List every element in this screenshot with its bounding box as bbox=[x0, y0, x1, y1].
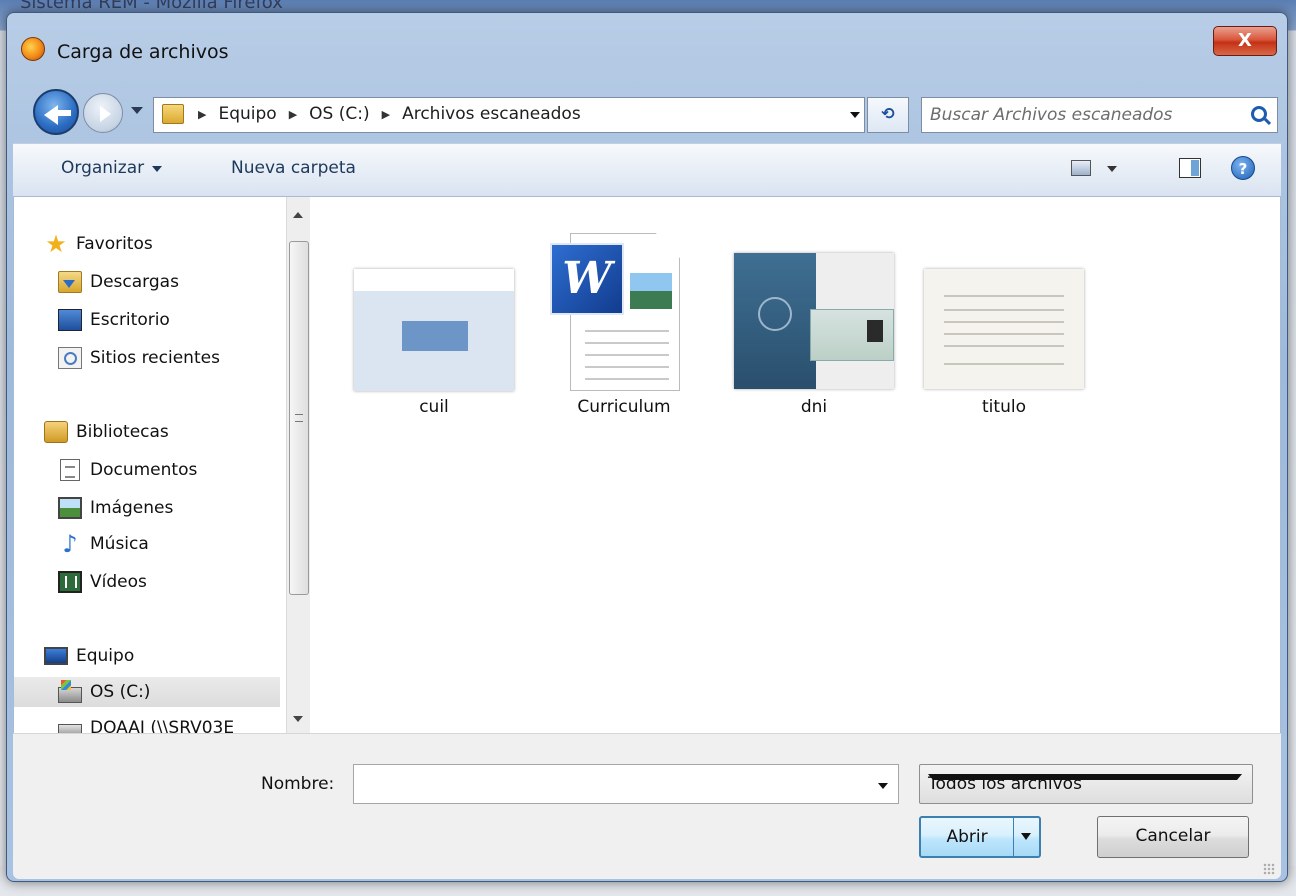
view-options-chevron-icon[interactable] bbox=[1107, 166, 1117, 177]
forward-arrow-icon[interactable] bbox=[83, 93, 123, 133]
breadcrumb-archivos-escaneados[interactable]: Archivos escaneados bbox=[402, 104, 581, 124]
file-name-label: Nombre: bbox=[261, 774, 335, 794]
new-folder-button[interactable]: Nueva carpeta bbox=[231, 158, 356, 178]
file-name: dni bbox=[800, 397, 828, 417]
search-input[interactable] bbox=[930, 102, 1230, 128]
firefox-icon bbox=[21, 37, 45, 61]
search-icon[interactable] bbox=[1251, 106, 1267, 122]
folder-icon bbox=[162, 104, 184, 124]
recent-places-icon bbox=[58, 347, 82, 369]
file-thumbnail bbox=[354, 269, 514, 391]
breadcrumb-separator-icon[interactable]: ▶ bbox=[289, 108, 297, 121]
file-item-curriculum[interactable]: W Curriculum bbox=[534, 233, 714, 423]
chevron-down-icon[interactable] bbox=[928, 774, 1242, 785]
file-item-dni[interactable]: dni bbox=[724, 233, 904, 423]
network-drive-icon bbox=[58, 724, 82, 733]
documents-icon bbox=[60, 459, 80, 481]
breadcrumb-equipo[interactable]: Equipo bbox=[218, 104, 276, 124]
file-thumbnail bbox=[924, 269, 1084, 389]
file-name: cuil bbox=[419, 397, 449, 417]
sidebar-item-sitios-recientes[interactable]: Sitios recientes bbox=[58, 343, 220, 373]
word-document-icon: W bbox=[544, 233, 704, 395]
file-thumbnail bbox=[734, 253, 894, 389]
sidebar-item-videos[interactable]: Vídeos bbox=[58, 567, 147, 597]
file-name-input[interactable] bbox=[360, 771, 850, 797]
breadcrumb-separator-icon[interactable]: ▶ bbox=[198, 108, 206, 121]
desktop-icon bbox=[58, 309, 82, 331]
file-item-cuil[interactable]: cuil bbox=[344, 233, 524, 423]
dialog-title: Carga de archivos bbox=[57, 41, 229, 63]
scroll-down-arrow-icon[interactable] bbox=[293, 716, 303, 727]
organize-button[interactable]: Organizar bbox=[61, 158, 162, 178]
refresh-button[interactable]: ⟲ bbox=[867, 97, 909, 133]
sidebar-item-os-c[interactable]: OS (C:) bbox=[14, 677, 280, 707]
breadcrumb-os-c[interactable]: OS (C:) bbox=[309, 104, 369, 124]
pictures-icon bbox=[58, 497, 82, 519]
sidebar-scrollbar[interactable] bbox=[286, 197, 310, 733]
dialog-titlebar[interactable]: Carga de archivos X bbox=[7, 13, 1287, 87]
file-name: Curriculum bbox=[577, 397, 671, 417]
change-view-icon[interactable] bbox=[1071, 160, 1091, 176]
cancel-button[interactable]: Cancelar bbox=[1097, 816, 1249, 858]
downloads-folder-icon bbox=[58, 271, 82, 293]
open-options-dropdown-icon[interactable] bbox=[1013, 818, 1039, 856]
address-bar[interactable]: ▶ Equipo ▶ OS (C:) ▶ Archivos escaneados bbox=[153, 97, 865, 133]
video-film-icon bbox=[58, 571, 82, 593]
file-name: titulo bbox=[982, 397, 1026, 417]
music-note-icon: ♪ bbox=[62, 530, 78, 558]
scroll-up-arrow-icon[interactable] bbox=[293, 207, 303, 218]
close-button[interactable]: X bbox=[1213, 26, 1277, 56]
preview-pane-icon[interactable] bbox=[1179, 158, 1201, 178]
sidebar-item-documentos[interactable]: Documentos bbox=[58, 455, 197, 485]
navigation-pane: ★ Favoritos Descargas Escritorio Sitios … bbox=[14, 197, 280, 733]
main-content: ★ Favoritos Descargas Escritorio Sitios … bbox=[13, 197, 1281, 733]
sidebar-item-descargas[interactable]: Descargas bbox=[58, 267, 179, 297]
sidebar-item-equipo[interactable]: Equipo bbox=[44, 641, 134, 671]
computer-icon bbox=[44, 647, 68, 665]
help-icon[interactable]: ? bbox=[1231, 156, 1255, 180]
sidebar-item-favoritos[interactable]: ★ Favoritos bbox=[44, 229, 153, 259]
sidebar-item-musica[interactable]: ♪ Música bbox=[58, 529, 148, 559]
windows-drive-icon bbox=[58, 680, 82, 703]
sidebar-item-network-drive[interactable]: DOAAI (\\SRV03E bbox=[58, 713, 234, 733]
sidebar-item-bibliotecas[interactable]: Bibliotecas bbox=[44, 417, 169, 447]
file-type-select[interactable]: Todos los archivos bbox=[919, 764, 1253, 804]
back-arrow-icon[interactable] bbox=[33, 89, 79, 135]
star-icon: ★ bbox=[45, 230, 67, 258]
command-toolbar: Organizar Nueva carpeta ? bbox=[13, 143, 1281, 197]
breadcrumb: ▶ Equipo ▶ OS (C:) ▶ Archivos escaneados bbox=[198, 104, 581, 124]
sidebar-item-imagenes[interactable]: Imágenes bbox=[58, 493, 173, 523]
breadcrumb-separator-icon[interactable]: ▶ bbox=[382, 108, 390, 121]
address-dropdown-icon[interactable] bbox=[850, 112, 860, 123]
open-button[interactable]: Abrir bbox=[919, 816, 1041, 858]
search-box[interactable] bbox=[921, 97, 1278, 133]
resize-grip-icon[interactable] bbox=[1263, 863, 1275, 875]
sidebar-item-escritorio[interactable]: Escritorio bbox=[58, 305, 170, 335]
file-upload-dialog: Carga de archivos X ▶ Equipo ▶ OS (C:) ▶… bbox=[6, 12, 1288, 882]
file-item-titulo[interactable]: titulo bbox=[914, 233, 1094, 423]
libraries-icon bbox=[44, 421, 68, 443]
dialog-footer: Nombre: Todos los archivos Abrir Cancela… bbox=[13, 733, 1281, 879]
open-button-label: Abrir bbox=[946, 827, 988, 847]
recent-pages-chevron-icon[interactable] bbox=[131, 107, 143, 120]
file-name-dropdown-icon[interactable] bbox=[878, 783, 888, 794]
scrollbar-thumb[interactable] bbox=[289, 241, 309, 595]
file-name-field[interactable] bbox=[353, 764, 899, 804]
